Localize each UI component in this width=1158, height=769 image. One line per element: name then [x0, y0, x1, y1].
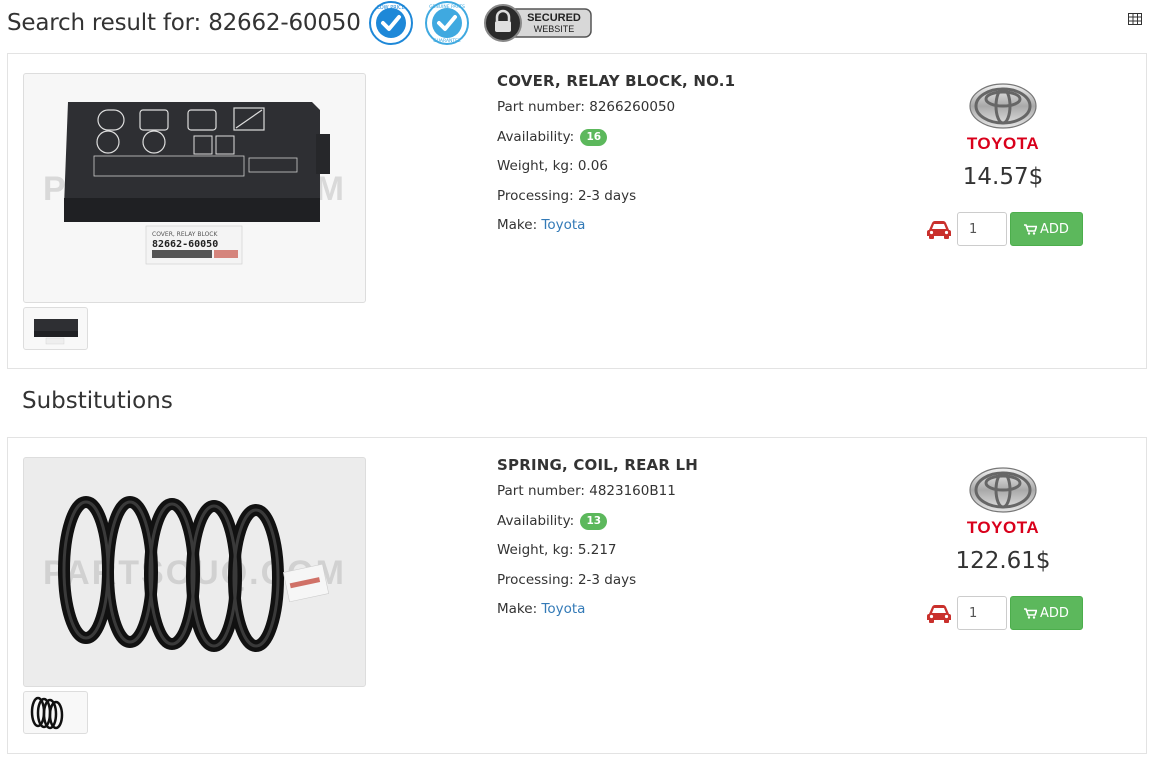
add-to-cart-button[interactable]: ADD — [1010, 212, 1083, 246]
part-number-row: Part number: 8266260050 — [497, 98, 735, 128]
part-thumbnail[interactable] — [23, 307, 88, 350]
price: 122.61$ — [955, 548, 1051, 574]
availability-label: Availability: — [497, 128, 575, 145]
processing-row: Processing: 2-3 days — [497, 571, 698, 601]
car-icon[interactable] — [926, 219, 952, 239]
processing-label: Processing: — [497, 187, 578, 204]
quantity-input[interactable] — [957, 212, 1007, 246]
availability-badge: 13 — [580, 512, 608, 530]
part-number-label: Part number: — [497, 483, 590, 499]
substitution-part-info: SPRING, COIL, REAR LH Part number: 48231… — [497, 456, 698, 630]
price: 14.57$ — [962, 164, 1044, 190]
add-button-label: ADD — [1040, 221, 1069, 237]
processing-label: Processing: — [497, 571, 578, 588]
weight-value: 5.217 — [577, 542, 617, 558]
processing-value: 2-3 days — [577, 571, 637, 588]
make-label: Make: — [497, 601, 542, 617]
part-number-label: Part number: — [497, 99, 590, 115]
table-grid-icon[interactable] — [1128, 10, 1142, 25]
substitution-part-image[interactable]: PARTSOUQ.COM — [23, 457, 366, 687]
result-card: PARTSOUQ.COM COVER, RELAY BLOCK 82662-60… — [7, 53, 1147, 369]
substitution-card: PARTSOUQ.COM SPRING, COIL, REAR LH Part … — [7, 437, 1147, 754]
substitutions-heading: Substitutions — [22, 388, 173, 414]
substitution-part-thumbnail[interactable] — [23, 691, 88, 734]
quantity-input[interactable] — [957, 596, 1007, 630]
availability-row: Availability: 13 — [497, 512, 698, 542]
secured-text: SECURED — [527, 12, 581, 24]
buy-controls: ADD — [926, 212, 1083, 246]
brand-name: TOYOTA — [966, 134, 1040, 153]
availability-label: Availability: — [497, 512, 575, 529]
brand-logo: TOYOTA — [958, 82, 1048, 154]
part-image[interactable]: PARTSOUQ.COM COVER, RELAY BLOCK 82662-60… — [23, 73, 366, 303]
toyota-emblem-icon — [969, 83, 1037, 129]
buy-controls: ADD — [926, 596, 1083, 630]
weight-row: Weight, kg: 0.06 — [497, 157, 735, 187]
page-title: Search result for: 82662-60050 — [7, 10, 361, 36]
part-name: COVER, RELAY BLOCK, NO.1 — [497, 72, 736, 90]
weight-label: Weight, kg: — [497, 542, 578, 558]
secured-website-badge: SECURED WEBSITE — [483, 3, 595, 43]
part-info: COVER, RELAY BLOCK, NO.1 Part number: 82… — [497, 72, 735, 246]
website-text: WEBSITE — [533, 24, 574, 34]
genuine-parts-badge-icon: GENUINE PARTS GUARANTEE — [421, 0, 473, 46]
cart-icon — [1024, 607, 1038, 619]
add-button-label: ADD — [1040, 605, 1069, 621]
processing-row: Processing: 2-3 days — [497, 187, 735, 217]
guarantee-text: GUARANTEE — [433, 38, 461, 44]
genuine-parts-text: GENUINE PARTS — [429, 4, 465, 10]
add-to-cart-button[interactable]: ADD — [1010, 596, 1083, 630]
make-link[interactable]: Toyota — [541, 601, 585, 617]
low-price-text: LOW PRICE — [377, 5, 405, 11]
part-name: SPRING, COIL, REAR LH — [497, 456, 699, 474]
make-link[interactable]: Toyota — [541, 217, 585, 233]
availability-badge: 16 — [580, 128, 608, 146]
availability-row: Availability: 16 — [497, 128, 735, 158]
make-label: Make: — [497, 217, 542, 233]
car-icon[interactable] — [926, 603, 952, 623]
svg-text:COVER, RELAY BLOCK: COVER, RELAY BLOCK — [152, 231, 218, 238]
make-row: Make: Toyota — [497, 600, 698, 630]
brand-name: TOYOTA — [966, 518, 1040, 537]
brand-logo: TOYOTA — [958, 466, 1048, 538]
part-number-value: 8266260050 — [589, 99, 676, 115]
toyota-emblem-icon — [969, 467, 1037, 513]
header: Search result for: 82662-60050 LOW PRICE… — [7, 0, 595, 46]
make-row: Make: Toyota — [497, 216, 735, 246]
weight-label: Weight, kg: — [497, 158, 578, 174]
cart-icon — [1024, 223, 1038, 235]
part-number-row: Part number: 4823160B11 — [497, 482, 698, 512]
image-part-label: 82662-60050 — [152, 239, 218, 250]
low-price-badge-icon: LOW PRICE — [365, 0, 417, 46]
weight-row: Weight, kg: 5.217 — [497, 541, 698, 571]
processing-value: 2-3 days — [577, 187, 637, 204]
part-number-value: 4823160B11 — [589, 483, 676, 499]
weight-value: 0.06 — [577, 158, 608, 174]
